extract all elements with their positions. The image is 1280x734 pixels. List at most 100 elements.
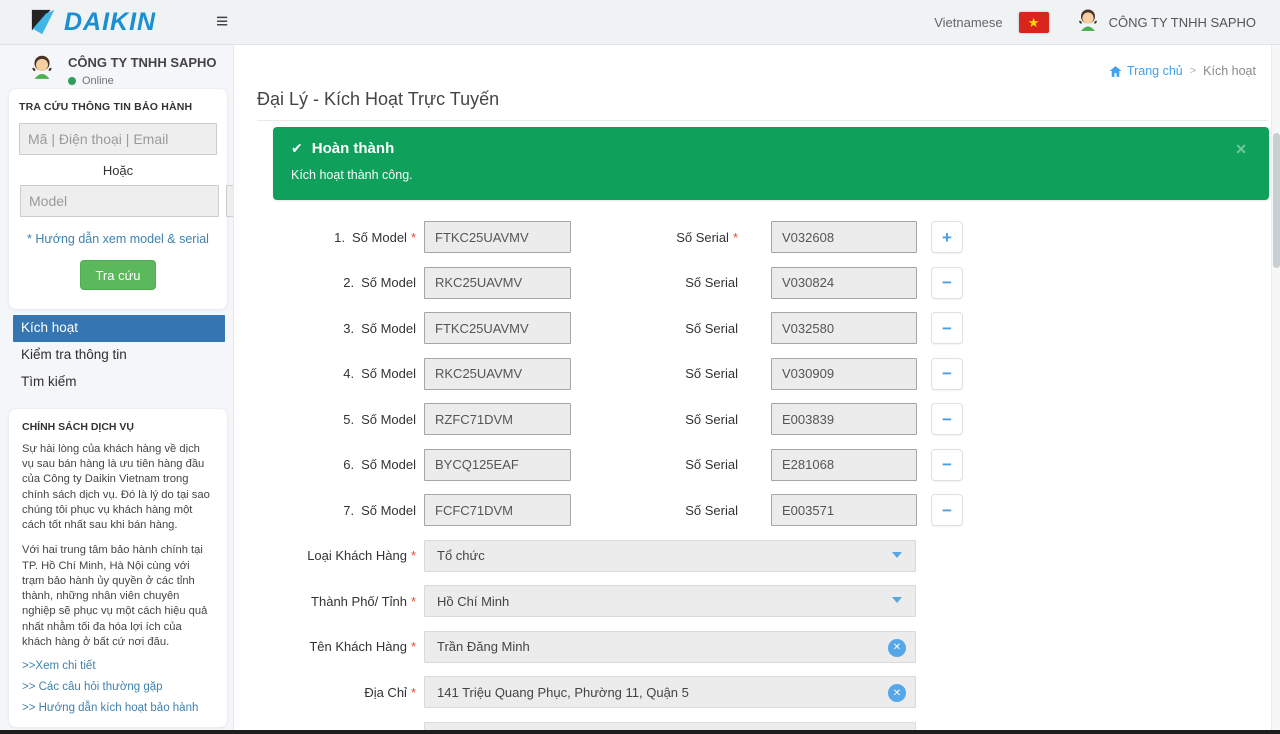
breadcrumb-separator: > — [1190, 65, 1196, 77]
field-value: 141 Triệu Quang Phục, Phường 11, Quận 5 — [437, 685, 689, 700]
clear-field-icon[interactable]: ✕ — [888, 684, 906, 702]
sidebar-item-tìm-kiếm[interactable]: Tìm kiếm — [13, 369, 225, 396]
sidebar: CÔNG TY TNHH SAPHO Online TRA CỨU THÔNG … — [0, 45, 233, 734]
model-input[interactable] — [424, 449, 571, 481]
breadcrumb-home-link[interactable]: Trang chủ — [1109, 64, 1183, 78]
policy-title: CHÍNH SÁCH DỊCH VỤ — [22, 421, 214, 433]
scrollbar-thumb[interactable] — [1273, 133, 1280, 268]
policy-paragraph: Với hai trung tâm bảo hành chính tại TP.… — [22, 543, 214, 650]
serial-input[interactable] — [771, 403, 917, 435]
clear-field-icon[interactable]: ✕ — [888, 639, 906, 657]
lookup-search-input[interactable] — [19, 123, 217, 155]
serial-input[interactable] — [771, 221, 917, 253]
customer-field-row: Thành Phố/ Tỉnh* Hồ Chí Minh — [273, 585, 973, 617]
check-icon: ✔ — [291, 140, 303, 157]
customer-field-row: Loại Khách Hàng* Tổ chức — [273, 540, 973, 572]
policy-paragraph: Sự hài lòng của khách hàng về dịch vụ sa… — [22, 442, 214, 533]
or-label: Hoặc — [9, 163, 227, 178]
lookup-search-button[interactable]: Tra cứu — [80, 260, 156, 290]
customer-field-label: Loại Khách Hàng* — [273, 548, 416, 563]
alert-message: Kích hoạt thành công. — [291, 168, 1251, 182]
policy-link[interactable]: >> Các câu hỏi thường gặp — [22, 681, 214, 693]
user-avatar — [1075, 7, 1101, 38]
sidebar-item-kích-hoạt[interactable]: Kích hoạt — [13, 315, 225, 342]
serial-input[interactable] — [771, 312, 917, 344]
model-input[interactable] — [424, 494, 571, 526]
daikin-logo: DAIKIN — [30, 7, 156, 37]
serial-label: Số Serial* — [571, 230, 738, 245]
customer-field-label: Thành Phố/ Tỉnh* — [273, 594, 416, 609]
remove-row-button[interactable]: − — [931, 403, 963, 435]
customer-text-input[interactable]: 141 Triệu Quang Phục, Phường 11, Quận 5 ✕ — [424, 676, 916, 708]
title-divider — [257, 120, 1268, 121]
remove-row-button[interactable]: − — [931, 312, 963, 344]
alert-title: Hoàn thành — [312, 140, 395, 157]
customer-select[interactable]: Tổ chức — [424, 540, 916, 572]
field-value: Hồ Chí Minh — [437, 594, 509, 609]
serial-label: Số Serial — [571, 366, 738, 381]
breadcrumb-current: Kích hoạt — [1203, 64, 1256, 78]
serial-input[interactable] — [771, 494, 917, 526]
account-name[interactable]: CÔNG TY TNHH SAPHO — [1109, 15, 1256, 30]
model-label: 7.Số Model — [273, 503, 416, 518]
policy-link[interactable]: >>Xem chi tiết — [22, 660, 214, 672]
serial-label: Số Serial — [571, 503, 738, 518]
service-policy-card: CHÍNH SÁCH DỊCH VỤ Sự hài lòng của khách… — [8, 408, 228, 728]
model-input[interactable] — [424, 312, 571, 344]
serial-label: Số Serial — [571, 321, 738, 336]
chevron-down-icon — [892, 597, 902, 603]
online-status: Online — [68, 75, 217, 87]
model-input[interactable] — [424, 358, 571, 390]
model-serial-row: 5.Số Model Số Serial − — [273, 403, 973, 435]
field-value: Trần Đăng Minh — [437, 639, 530, 654]
remove-row-button[interactable]: − — [931, 358, 963, 390]
model-label: 6.Số Model — [273, 457, 416, 472]
language-selector[interactable]: Vietnamese — [934, 15, 1002, 30]
sidebar-user-block: CÔNG TY TNHH SAPHO Online — [28, 53, 217, 87]
field-value: Tổ chức — [437, 548, 485, 563]
lookup-title: TRA CỨU THÔNG TIN BẢO HÀNH — [19, 101, 217, 113]
success-alert: ✔ Hoàn thành Kích hoạt thành công. ✕ — [273, 127, 1269, 200]
remove-row-button[interactable]: − — [931, 449, 963, 481]
model-label: 3.Số Model — [273, 321, 416, 336]
alert-close-icon[interactable]: ✕ — [1235, 141, 1247, 158]
home-icon — [1109, 65, 1122, 78]
sidebar-item-kiểm-tra-thông-tin[interactable]: Kiểm tra thông tin — [13, 342, 225, 369]
model-serial-row: 1.Số Model* Số Serial* + — [273, 221, 973, 253]
model-serial-row: 3.Số Model Số Serial − — [273, 312, 973, 344]
model-input[interactable] — [424, 403, 571, 435]
customer-field-row: Địa Chỉ* 141 Triệu Quang Phục, Phường 11,… — [273, 676, 973, 708]
hamburger-menu-icon[interactable]: ≡ — [216, 8, 228, 36]
model-label: 5.Số Model — [273, 412, 416, 427]
model-input[interactable] — [424, 267, 571, 299]
model-label: 1.Số Model* — [273, 230, 416, 245]
model-label: 2.Số Model — [273, 275, 416, 290]
serial-input[interactable] — [771, 449, 917, 481]
model-input[interactable] — [424, 221, 571, 253]
serial-label: Số Serial — [571, 412, 738, 427]
model-serial-row: 7.Số Model Số Serial − — [273, 494, 973, 526]
model-label: 4.Số Model — [273, 366, 416, 381]
add-row-button[interactable]: + — [931, 221, 963, 253]
serial-input[interactable] — [771, 358, 917, 390]
model-serial-row: 2.Số ModelSố Serial− — [273, 267, 973, 299]
model-serial-guide-link[interactable]: * Hướng dẫn xem model & serial — [9, 232, 227, 246]
policy-link[interactable]: >> Hướng dẫn kích hoạt bảo hành — [22, 702, 214, 714]
activation-form: 1.Số Model*Số Serial*+2.Số ModelSố Seria… — [273, 221, 973, 722]
sidebar-avatar — [28, 53, 56, 87]
customer-field-label: Địa Chỉ* — [273, 685, 416, 700]
vietnam-flag-icon[interactable]: ★ — [1019, 12, 1049, 33]
sidebar-user-name: CÔNG TY TNHH SAPHO — [68, 55, 217, 70]
breadcrumb: Trang chủ > Kích hoạt — [1109, 64, 1256, 78]
top-header: DAIKIN ≡ Vietnamese ★ CÔNG TY TNHH SAPHO — [0, 0, 1280, 45]
remove-row-button[interactable]: − — [931, 267, 963, 299]
customer-text-input[interactable]: Trần Đăng Minh ✕ — [424, 631, 916, 663]
sidebar-menu: Kích hoạtKiểm tra thông tinTìm kiếm — [13, 315, 225, 396]
remove-row-button[interactable]: − — [931, 494, 963, 526]
customer-select[interactable]: Hồ Chí Minh — [424, 585, 916, 617]
serial-input[interactable] — [771, 267, 917, 299]
model-search-input[interactable] — [20, 185, 219, 217]
online-dot-icon — [68, 77, 76, 85]
daikin-logo-icon — [30, 7, 60, 37]
warranty-lookup-card: TRA CỨU THÔNG TIN BẢO HÀNH Hoặc * Hướng … — [8, 88, 228, 310]
